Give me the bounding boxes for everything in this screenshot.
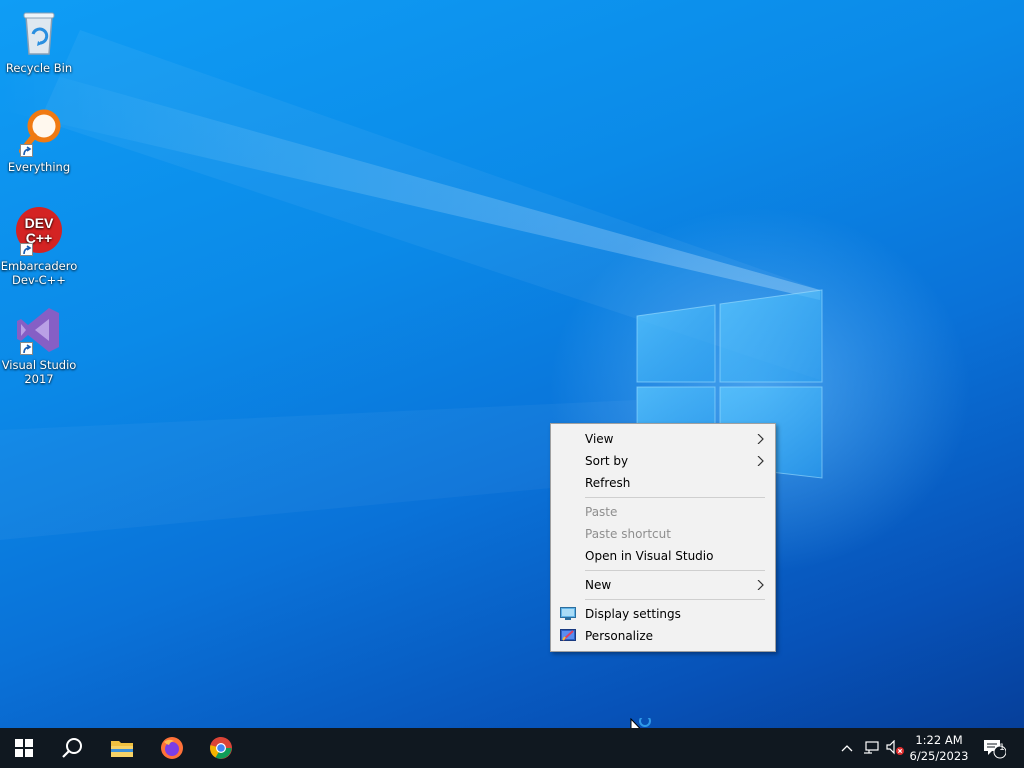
menu-item-label: View (585, 432, 614, 446)
menu-item-sort-by[interactable]: Sort by (551, 450, 775, 472)
taskbar-chrome[interactable] (197, 728, 245, 768)
file-explorer-icon (111, 741, 133, 757)
network-icon (864, 741, 879, 754)
menu-item-label: New (585, 578, 612, 592)
menu-separator (585, 497, 765, 498)
menu-item-label: Paste (585, 505, 618, 519)
start-icon (15, 739, 33, 757)
clock-date: 6/25/2023 (909, 749, 969, 763)
taskbar-firefox[interactable] (148, 728, 196, 768)
desktop-icon-label: Recycle Bin (5, 61, 73, 75)
menu-item-label: Sort by (585, 454, 629, 468)
desktop-icon-visual-studio[interactable]: Visual Studio 2017 (0, 305, 78, 386)
menu-separator (585, 570, 765, 571)
desktop-icon-label: Everything (7, 160, 71, 174)
menu-item-open-in-visual-studio[interactable]: Open in Visual Studio (551, 545, 775, 567)
desktop-context-menu: View Sort by Refresh Paste Paste shortcu… (550, 423, 776, 652)
submenu-arrow-icon (757, 580, 764, 590)
firefox-icon (161, 737, 183, 759)
desktop-wallpaper[interactable]: Recycle Bin Everything DEV C++ Embarcade… (0, 0, 1024, 728)
dev-cpp-icon: DEV C++ (14, 206, 64, 256)
desktop-icon-dev-cpp[interactable]: DEV C++ Embarcadero Dev-C++ (0, 206, 78, 287)
shortcut-arrow-icon (20, 243, 33, 256)
taskbar-file-explorer[interactable] (98, 728, 146, 768)
network-status-button[interactable] (860, 728, 882, 768)
notification-count-badge: 1 (999, 743, 1005, 753)
desktop-icon-label: Embarcadero Dev-C++ (0, 259, 78, 287)
search-button[interactable] (48, 728, 96, 768)
submenu-arrow-icon (757, 456, 764, 466)
shortcut-arrow-icon (20, 342, 33, 355)
everything-search-icon (14, 107, 64, 157)
start-button[interactable] (0, 728, 48, 768)
desktop-icon-label: Visual Studio 2017 (1, 358, 77, 386)
windows-logo-wallpaper (0, 30, 823, 540)
visual-studio-icon (14, 305, 64, 355)
desktop-icon-everything[interactable]: Everything (0, 107, 78, 174)
taskbar-clock[interactable]: 1:22 AM 6/25/2023 (906, 732, 972, 764)
chrome-icon (210, 737, 232, 759)
show-hidden-icons-button[interactable] (838, 728, 856, 768)
menu-item-new[interactable]: New (551, 574, 775, 596)
menu-item-label: Refresh (585, 476, 631, 490)
show-hidden-icons-chevron-icon (841, 745, 853, 752)
menu-item-label: Open in Visual Studio (585, 549, 714, 563)
recycle-bin-icon (14, 8, 64, 58)
volume-button[interactable] (884, 728, 908, 768)
menu-item-paste-shortcut[interactable]: Paste shortcut (551, 523, 775, 545)
shortcut-arrow-icon (20, 144, 33, 157)
dev-cpp-glyph-line1: DEV (25, 215, 54, 231)
menu-item-label: Display settings (585, 607, 681, 621)
clock-time: 1:22 AM (915, 733, 963, 747)
menu-item-personalize[interactable]: Personalize (551, 625, 775, 647)
display-settings-icon (560, 607, 576, 620)
personalize-icon (560, 629, 576, 641)
menu-separator (585, 599, 765, 600)
volume-muted-icon (886, 740, 904, 755)
taskbar: 1:22 AM 6/25/2023 1 (0, 728, 1024, 768)
menu-item-view[interactable]: View (551, 428, 775, 450)
menu-item-display-settings[interactable]: Display settings (551, 603, 775, 625)
menu-item-label: Paste shortcut (585, 527, 671, 541)
desktop-icon-recycle-bin[interactable]: Recycle Bin (0, 8, 78, 75)
action-center-button[interactable]: 1 (978, 728, 1010, 768)
menu-item-refresh[interactable]: Refresh (551, 472, 775, 494)
menu-item-paste[interactable]: Paste (551, 501, 775, 523)
search-icon (62, 738, 82, 758)
submenu-arrow-icon (757, 434, 764, 444)
menu-item-label: Personalize (585, 629, 654, 643)
